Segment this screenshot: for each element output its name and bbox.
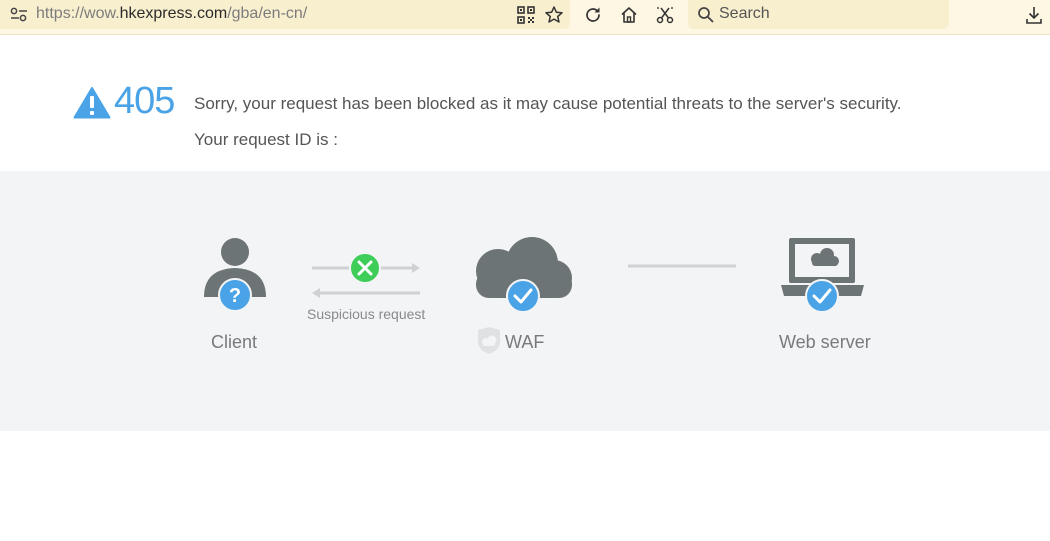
home-icon[interactable] [619,5,639,25]
warning-icon [73,87,111,119]
client-label: Client [211,332,258,352]
url-prefix: https://wow. [36,5,120,22]
url-host: hkexpress.com [119,5,228,22]
diagram-graphics: ? [204,237,864,354]
blocked-x-icon [349,252,381,284]
qr-code-icon[interactable] [516,5,536,25]
address-bar[interactable]: https://wow.hkexpress.com/gba/en-cn/ [0,0,570,29]
error-message: Sorry, your request has been blocked as … [194,94,902,113]
url-path: /gba/en-cn/ [227,5,308,22]
site-info-icon[interactable] [10,7,28,23]
error-code: 405 [114,80,175,122]
web-server-label: Web server [779,332,871,352]
waf-shield-icon [478,327,500,354]
search-input[interactable]: Search [719,5,770,23]
url-text[interactable]: https://wow.hkexpress.com/gba/en-cn/ [36,5,307,23]
suspicious-request-label: Suspicious request [307,306,426,322]
reload-icon[interactable] [583,5,603,25]
request-id-label: Your request ID is : [194,130,338,149]
question-badge-icon: ? [218,278,252,312]
waf-label: WAF [505,332,545,352]
request-flow-diagram: ? Suspicious request Client WAF Web serv… [0,171,1050,431]
waf-check-badge-icon [506,279,540,313]
return-arrow-icon [312,288,420,298]
search-bar[interactable]: Search [688,0,949,29]
svg-text:?: ? [229,285,241,307]
server-check-badge-icon [805,279,839,313]
browser-toolbar: https://wow.hkexpress.com/gba/en-cn/ Sea… [0,0,1050,35]
screenshot-scissors-icon[interactable] [655,5,675,25]
search-icon [698,7,714,23]
bookmark-star-icon[interactable] [544,5,564,25]
download-icon[interactable] [1024,5,1044,25]
